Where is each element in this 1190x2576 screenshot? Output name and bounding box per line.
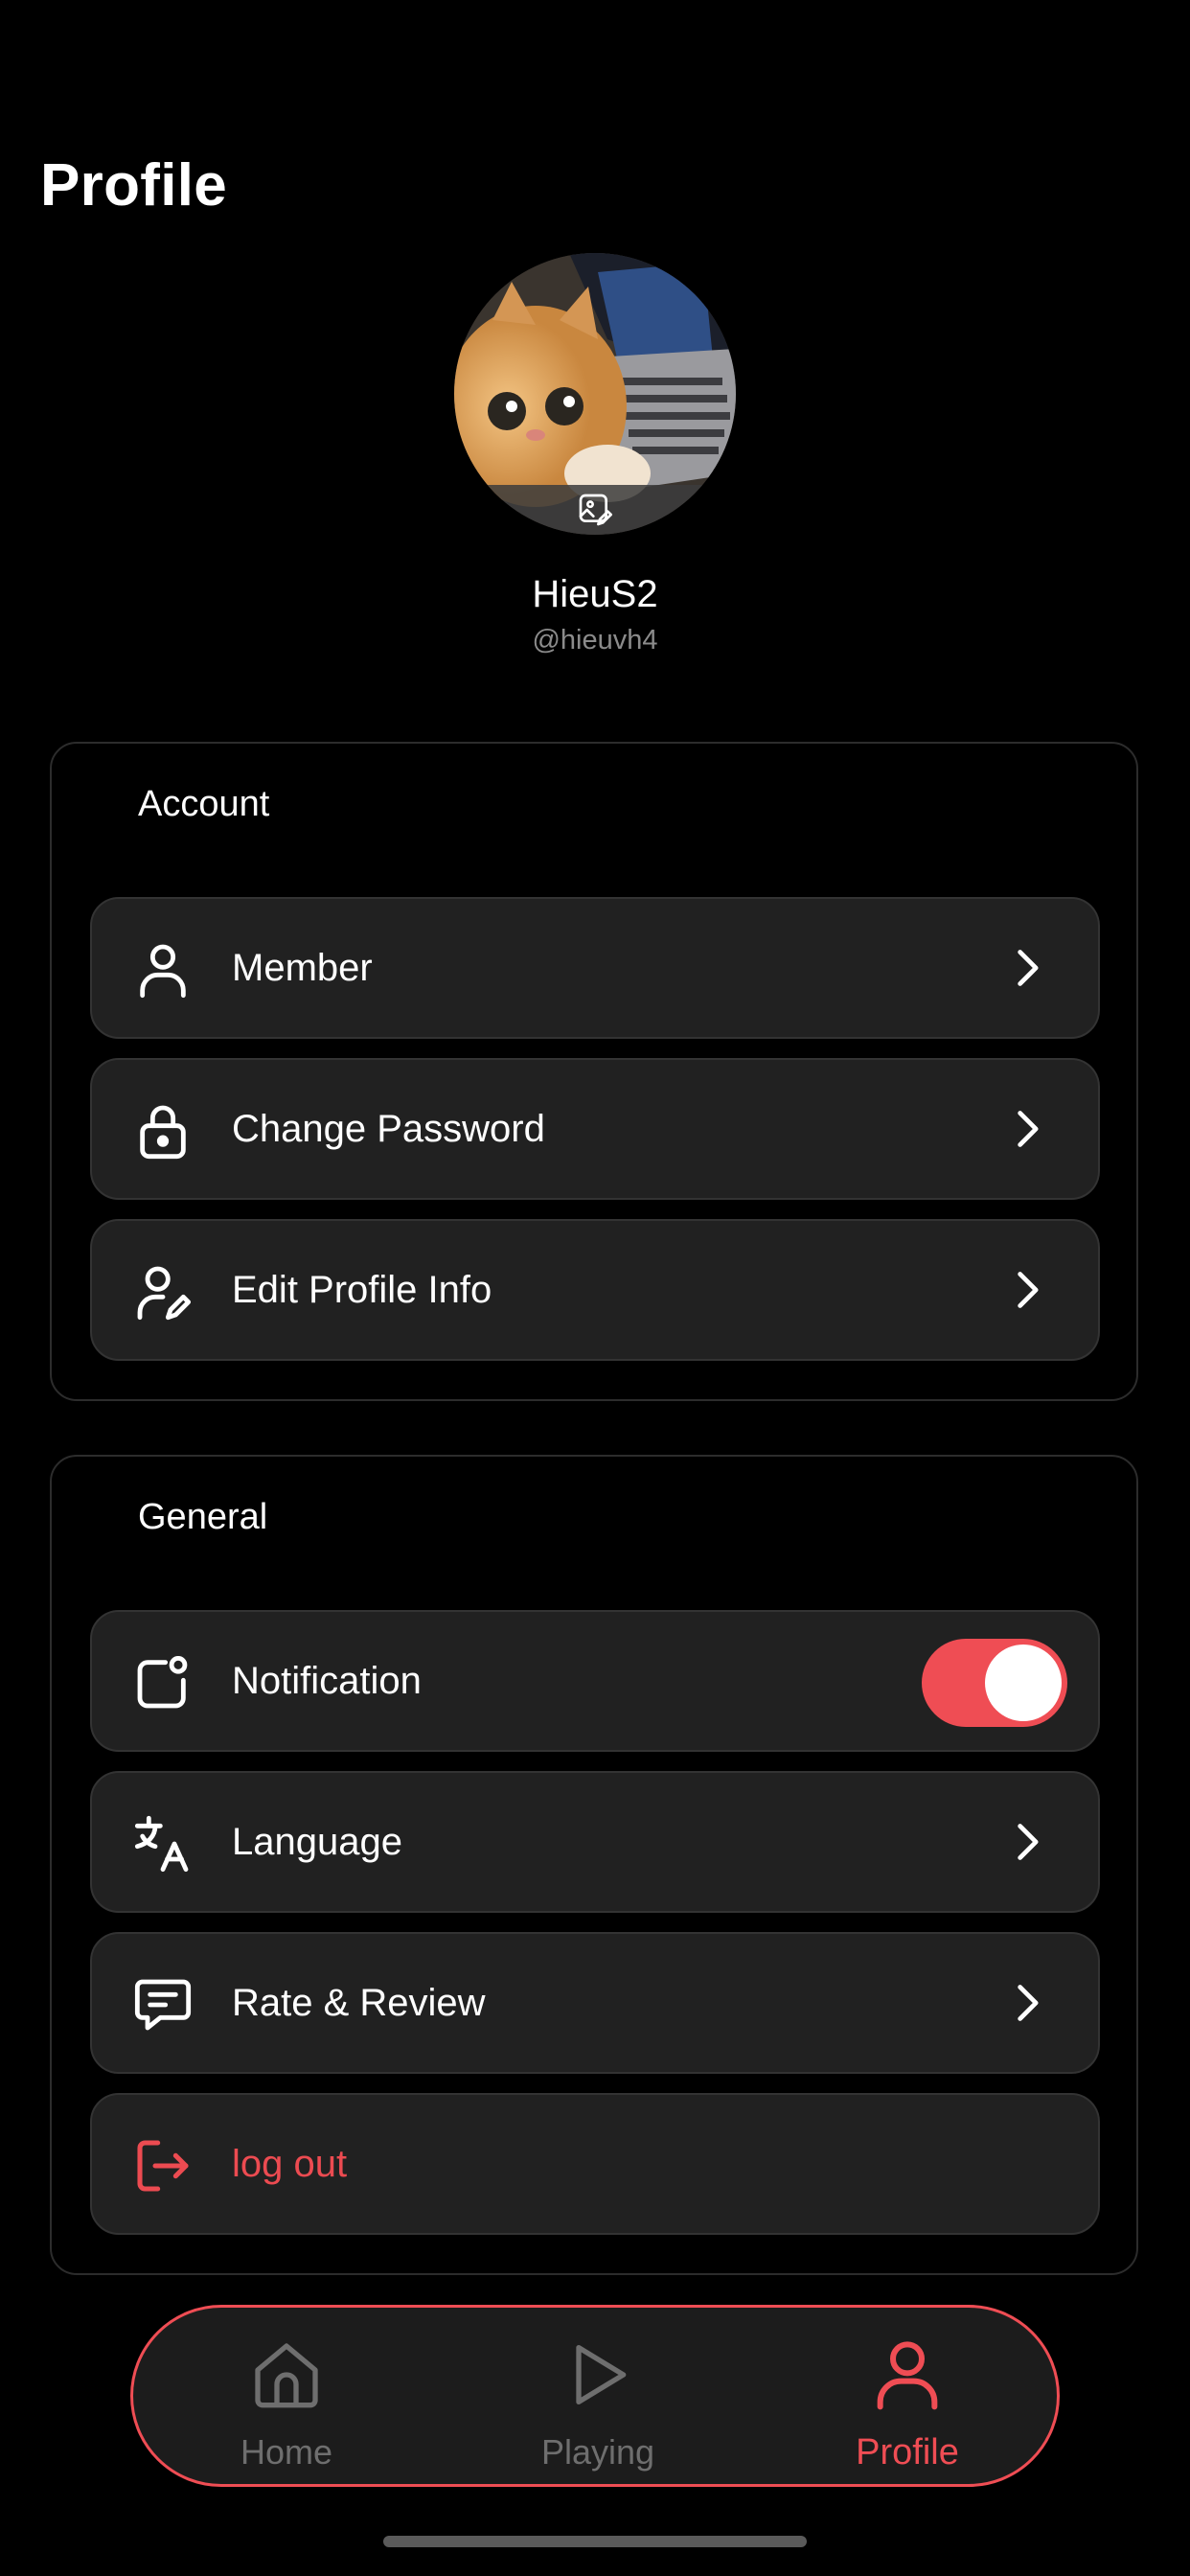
- message-icon: [134, 1979, 192, 2031]
- user-edit-icon: [137, 1266, 192, 1321]
- avatar-edit-overlay[interactable]: [454, 485, 736, 535]
- user-name: HieuS2: [532, 573, 658, 615]
- tab-home[interactable]: Home: [152, 2308, 421, 2484]
- language-row[interactable]: Language: [90, 1771, 1100, 1913]
- logout-row[interactable]: log out: [90, 2093, 1100, 2235]
- logout-icon: [137, 2140, 189, 2192]
- user-handle: @hieuvh4: [532, 625, 658, 656]
- notification-icon: [137, 1656, 188, 1709]
- account-section-title: Account: [138, 784, 270, 824]
- edit-profile-row[interactable]: Edit Profile Info: [90, 1219, 1100, 1361]
- tab-home-label: Home: [240, 2432, 333, 2472]
- lock-icon: [140, 1105, 186, 1160]
- change-password-row[interactable]: Change Password: [90, 1058, 1100, 1200]
- bottom-tab-bar: Home Playing Profile: [130, 2305, 1060, 2487]
- notification-row: Notification: [90, 1610, 1100, 1752]
- home-indicator: [383, 2536, 807, 2547]
- page-title: Profile: [40, 152, 228, 218]
- avatar[interactable]: [454, 253, 736, 535]
- rate-review-row[interactable]: Rate & Review: [90, 1932, 1100, 2074]
- notification-toggle[interactable]: [922, 1639, 1067, 1727]
- change-password-label: Change Password: [232, 1108, 545, 1150]
- edit-photo-icon: [579, 494, 612, 526]
- chevron-right-icon: [1018, 1272, 1039, 1308]
- chevron-right-icon: [1018, 1824, 1039, 1860]
- home-icon: [255, 2343, 318, 2408]
- tab-profile[interactable]: Profile: [773, 2308, 1041, 2484]
- chevron-right-icon: [1018, 1111, 1039, 1147]
- notification-label: Notification: [232, 1660, 422, 1702]
- chevron-right-icon: [1018, 1985, 1039, 2021]
- toggle-knob: [985, 1644, 1062, 1721]
- member-label: Member: [232, 947, 373, 989]
- member-row[interactable]: Member: [90, 897, 1100, 1039]
- rate-review-label: Rate & Review: [232, 1982, 486, 2024]
- general-section-title: General: [138, 1497, 268, 1537]
- profile-icon: [877, 2341, 938, 2410]
- logout-label: log out: [232, 2143, 348, 2185]
- tab-playing[interactable]: Playing: [464, 2308, 732, 2484]
- user-icon: [140, 944, 186, 999]
- play-icon: [576, 2345, 627, 2404]
- tab-playing-label: Playing: [540, 2432, 655, 2472]
- edit-profile-label: Edit Profile Info: [232, 1269, 492, 1311]
- language-label: Language: [232, 1821, 402, 1863]
- chevron-right-icon: [1018, 950, 1039, 986]
- tab-profile-label: Profile: [856, 2432, 959, 2472]
- translate-icon: [134, 1815, 189, 1873]
